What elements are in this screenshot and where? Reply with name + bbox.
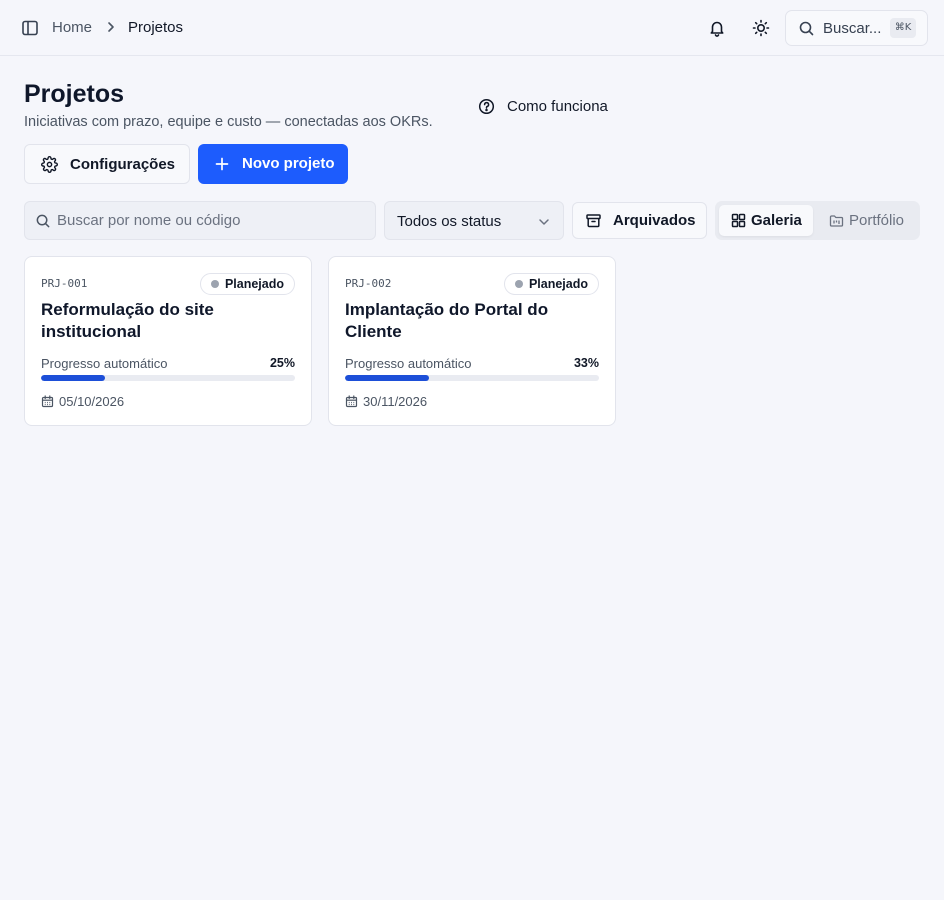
how-it-works-link[interactable]: Como funciona	[478, 96, 608, 116]
archived-button-label: Arquivados	[613, 212, 696, 229]
project-search-input[interactable]	[57, 202, 367, 239]
status-dot	[210, 280, 219, 288]
status-filter-value: Todos os status	[397, 213, 502, 230]
archive-icon	[585, 212, 602, 229]
settings-button[interactable]: Configurações	[24, 144, 190, 184]
progress-label: Progresso automático	[345, 356, 472, 371]
how-it-works-label: Como funciona	[507, 97, 608, 115]
archived-button[interactable]: Arquivados	[572, 202, 707, 239]
sidebar-toggle-icon[interactable]	[20, 18, 40, 38]
project-due-date: 05/10/2026	[59, 394, 125, 409]
progress-label: Progresso automático	[41, 356, 168, 371]
project-title: Reformulação do site institucional	[41, 300, 214, 341]
project-card[interactable]: PRJ-001 Planejado Reformulação do site i…	[24, 256, 312, 426]
calendar-icon	[41, 395, 54, 408]
view-gallery-label: Galeria	[751, 212, 802, 229]
help-circle-icon	[478, 98, 495, 115]
status-badge: Planejado	[199, 273, 295, 295]
settings-button-label: Configurações	[70, 156, 176, 173]
project-due-date: 30/11/2026	[363, 394, 428, 409]
calendar-icon	[345, 395, 358, 408]
page-title: Projetos	[24, 80, 125, 108]
project-card[interactable]: PRJ-002 Planejado Implantação do Portal …	[328, 256, 616, 426]
chevron-right-icon	[104, 20, 118, 34]
global-search-label: Buscar...	[823, 20, 882, 37]
new-project-button-label: Novo projeto	[242, 155, 335, 172]
grid-icon	[731, 213, 746, 228]
gear-icon	[41, 156, 58, 173]
plus-icon	[214, 156, 230, 172]
breadcrumb-current: Projetos	[128, 19, 184, 36]
search-icon	[35, 213, 51, 229]
progress-bar	[41, 375, 295, 381]
status-badge-label: Planejado	[528, 277, 588, 291]
status-filter-select[interactable]: Todos os status	[384, 201, 564, 240]
status-badge-label: Planejado	[224, 277, 284, 291]
breadcrumb-home[interactable]: Home	[52, 19, 92, 36]
view-gallery-tab[interactable]: Galeria	[719, 205, 813, 236]
progress-bar-fill	[345, 375, 429, 381]
sun-icon[interactable]	[751, 18, 771, 38]
progress-percent: 25%	[269, 356, 295, 370]
project-code: PRJ-002	[345, 277, 392, 290]
top-bar: Home Projetos Buscar... ⌘K	[0, 0, 944, 56]
view-portfolio-tab[interactable]: Portfólio	[817, 205, 916, 236]
project-code: PRJ-001	[41, 277, 88, 290]
search-icon	[798, 20, 815, 37]
keyboard-shortcut-badge: ⌘K	[890, 18, 916, 38]
chevron-down-icon	[537, 215, 551, 229]
progress-bar-fill	[41, 375, 105, 381]
progress-bar	[345, 375, 599, 381]
progress-percent: 33%	[573, 356, 599, 370]
global-search-button[interactable]: Buscar... ⌘K	[785, 10, 928, 46]
view-toggle: Galeria Portfólio	[715, 201, 920, 240]
bell-icon[interactable]	[707, 18, 727, 38]
new-project-button[interactable]: Novo projeto	[198, 144, 348, 184]
project-title: Implantação do Portal do Cliente	[345, 300, 549, 341]
page-subtitle: Iniciativas com prazo, equipe e custo — …	[24, 114, 433, 130]
status-dot	[514, 280, 523, 288]
view-portfolio-label: Portfólio	[849, 212, 905, 229]
status-badge: Planejado	[503, 273, 599, 295]
folder-kanban-icon	[829, 213, 844, 228]
project-search-field	[24, 201, 376, 240]
